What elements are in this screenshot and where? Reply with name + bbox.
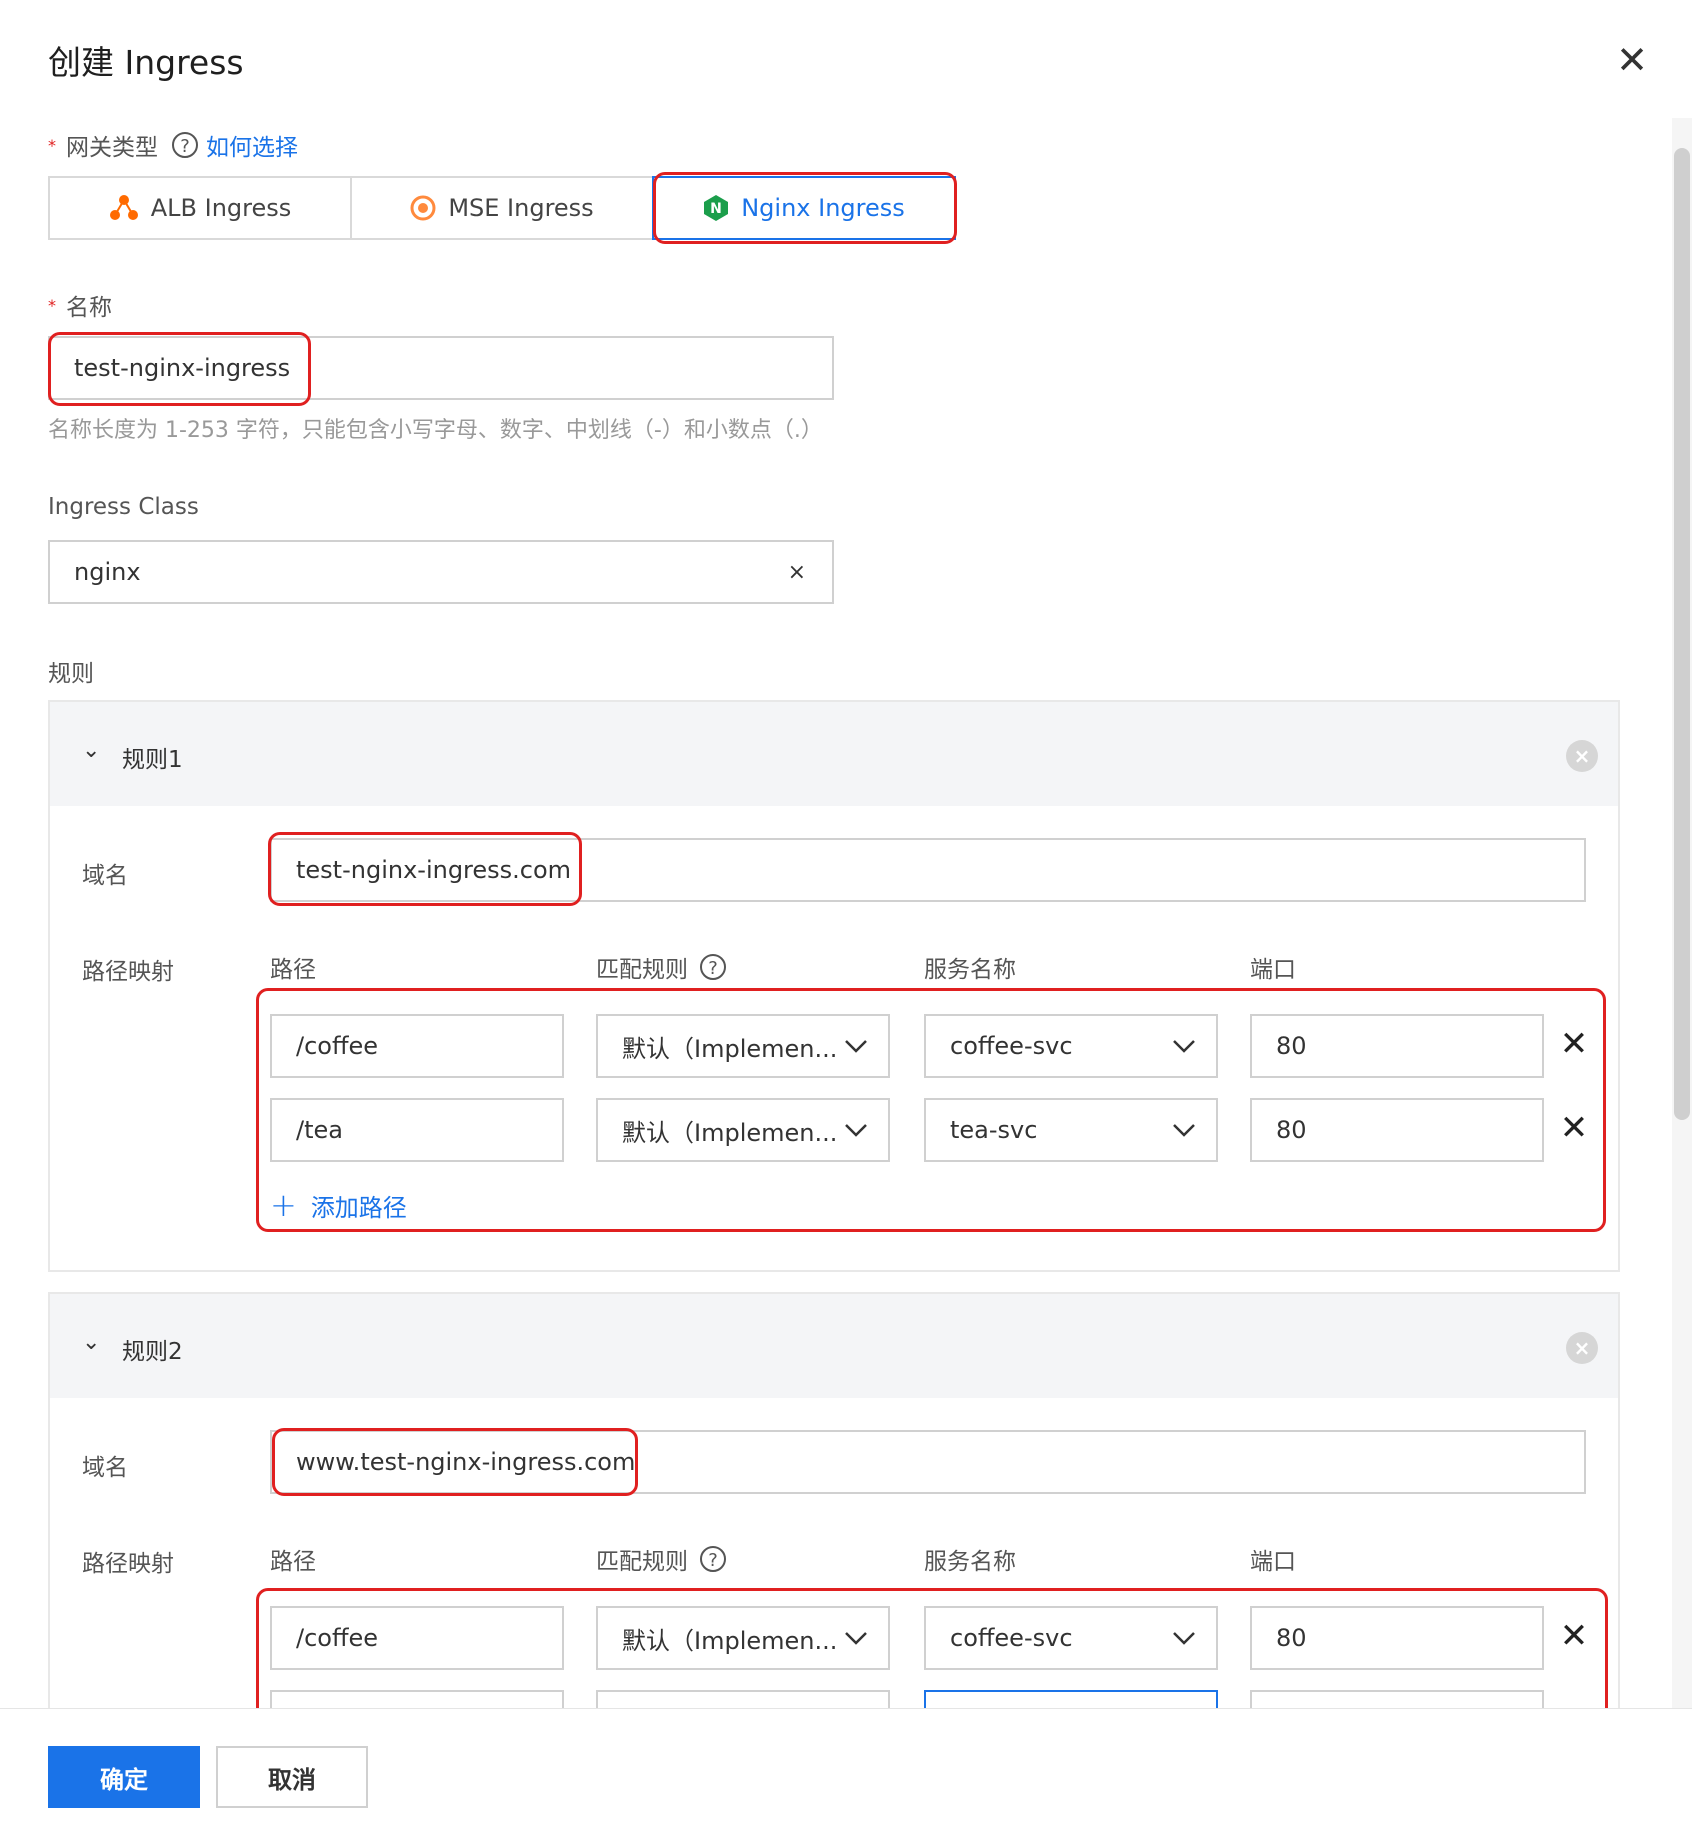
remove-rule-icon[interactable]: × <box>1566 740 1598 772</box>
name-value: test-nginx-ingress <box>74 354 291 382</box>
tab-alb-ingress[interactable]: ALB Ingress <box>48 176 352 240</box>
tab-mse-ingress[interactable]: MSE Ingress <box>350 176 654 240</box>
col-header-service: 服务名称 <box>924 957 1016 983</box>
service-value: tea-svc <box>950 1116 1038 1144</box>
path-input[interactable]: /coffee <box>270 1606 564 1670</box>
domain-label: 域名 <box>82 863 128 889</box>
dialog-title: 创建 Ingress <box>48 43 244 82</box>
path-input[interactable]: /tea <box>270 1098 564 1162</box>
match-value: 默认（Implemen... <box>622 1626 838 1655</box>
port-input[interactable]: 80 <box>1250 1606 1544 1670</box>
chevron-down-icon <box>1173 1632 1195 1645</box>
svg-text:N: N <box>710 201 722 217</box>
domain-input[interactable]: www.test-nginx-ingress.com <box>270 1430 1586 1494</box>
gateway-type-row: * 网关类型 ? 如何选择 <box>48 128 298 162</box>
col-header-match-row: 匹配规则 ? <box>596 1542 734 1576</box>
name-hint: 名称长度为 1-253 字符，只能包含小写字母、数字、中划线（-）和小数点（.） <box>48 418 823 443</box>
alb-logo-icon <box>109 195 138 220</box>
name-label-row: * 名称 <box>48 288 112 322</box>
scrollbar-thumb[interactable] <box>1674 148 1690 1120</box>
tab-nginx-ingress[interactable]: N Nginx Ingress <box>652 176 956 240</box>
ok-button[interactable]: 确定 <box>48 1746 200 1808</box>
clear-icon[interactable]: × <box>788 560 806 585</box>
chevron-down-icon <box>845 1632 867 1645</box>
plus-icon: + <box>270 1186 297 1224</box>
port-input[interactable]: 80 <box>1250 1014 1544 1078</box>
service-select[interactable]: coffee-svc <box>924 1014 1218 1078</box>
service-value: coffee-svc <box>950 1624 1073 1652</box>
ingress-class-label: Ingress Class <box>48 494 199 520</box>
col-header-match-row: 匹配规则 ? <box>596 950 734 984</box>
col-header-path: 路径 <box>270 957 316 983</box>
tab-label: ALB Ingress <box>150 194 292 222</box>
path-value: /coffee <box>296 1032 379 1060</box>
delete-path-icon[interactable]: ✕ <box>1556 1616 1592 1656</box>
nginx-logo-icon: N <box>704 195 729 221</box>
name-label: 名称 <box>66 295 112 321</box>
help-icon[interactable]: ? <box>172 132 198 158</box>
chevron-down-icon[interactable]: ⌄ <box>82 1330 100 1355</box>
cancel-label: 取消 <box>268 1765 316 1794</box>
path-value: /coffee <box>296 1624 379 1652</box>
domain-value: test-nginx-ingress.com <box>296 856 572 884</box>
match-select[interactable]: 默认（Implemen... <box>596 1606 890 1670</box>
required-mark: * <box>48 295 56 315</box>
path-input[interactable]: /coffee <box>270 1014 564 1078</box>
col-header-port: 端口 <box>1250 1549 1296 1575</box>
col-header-service: 服务名称 <box>924 1549 1016 1575</box>
domain-value: www.test-nginx-ingress.com <box>296 1448 636 1476</box>
path-mapping-label: 路径映射 <box>82 1551 174 1577</box>
rule-title-2: 规则2 <box>122 1339 183 1365</box>
chevron-down-icon <box>845 1040 867 1053</box>
chevron-down-icon[interactable]: ⌄ <box>82 738 100 763</box>
help-icon[interactable]: ? <box>700 954 726 980</box>
ok-label: 确定 <box>100 1765 148 1794</box>
rules-label: 规则 <box>48 661 94 687</box>
service-select[interactable]: coffee-svc <box>924 1606 1218 1670</box>
col-header-path: 路径 <box>270 1549 316 1575</box>
domain-label: 域名 <box>82 1455 128 1481</box>
cancel-button[interactable]: 取消 <box>216 1746 368 1808</box>
remove-rule-icon[interactable]: × <box>1566 1332 1598 1364</box>
match-value: 默认（Implemen... <box>622 1118 838 1147</box>
port-value: 80 <box>1276 1116 1307 1144</box>
chevron-down-icon <box>845 1124 867 1137</box>
match-value: 默认（Implemen... <box>622 1034 838 1063</box>
add-path-label: 添加路径 <box>310 1193 407 1222</box>
chevron-down-icon <box>1173 1124 1195 1137</box>
match-select[interactable]: 默认（Implemen... <box>596 1098 890 1162</box>
service-select[interactable]: tea-svc <box>924 1098 1218 1162</box>
path-mapping-label: 路径映射 <box>82 959 174 985</box>
tab-label: MSE Ingress <box>448 194 594 222</box>
tab-label: Nginx Ingress <box>741 194 905 222</box>
required-mark: * <box>48 135 56 155</box>
domain-input[interactable]: test-nginx-ingress.com <box>270 838 1586 902</box>
col-header-port: 端口 <box>1250 957 1296 983</box>
port-value: 80 <box>1276 1032 1307 1060</box>
rule-title-1: 规则1 <box>122 747 183 773</box>
path-value: /tea <box>296 1116 343 1144</box>
gateway-type-label: 网关类型 <box>66 135 158 161</box>
ingress-class-select[interactable]: nginx × <box>48 540 834 604</box>
rule-header-1[interactable] <box>50 702 1618 806</box>
match-select[interactable]: 默认（Implemen... <box>596 1014 890 1078</box>
name-input[interactable]: test-nginx-ingress <box>48 336 834 400</box>
port-value: 80 <box>1276 1624 1307 1652</box>
how-to-choose-link[interactable]: 如何选择 <box>206 128 298 162</box>
col-header-match: 匹配规则 <box>596 957 688 983</box>
delete-path-icon[interactable]: ✕ <box>1556 1108 1592 1148</box>
close-icon[interactable]: ✕ <box>1612 40 1652 80</box>
service-value: coffee-svc <box>950 1032 1073 1060</box>
mse-logo-icon <box>410 195 436 221</box>
add-path-button[interactable]: + 添加路径 <box>270 1186 407 1224</box>
port-input[interactable]: 80 <box>1250 1098 1544 1162</box>
ingress-class-value: nginx <box>74 558 141 586</box>
col-header-match: 匹配规则 <box>596 1549 688 1575</box>
rule-header-2[interactable] <box>50 1294 1618 1398</box>
chevron-down-icon <box>1173 1040 1195 1053</box>
delete-path-icon[interactable]: ✕ <box>1556 1024 1592 1064</box>
help-icon[interactable]: ? <box>700 1546 726 1572</box>
